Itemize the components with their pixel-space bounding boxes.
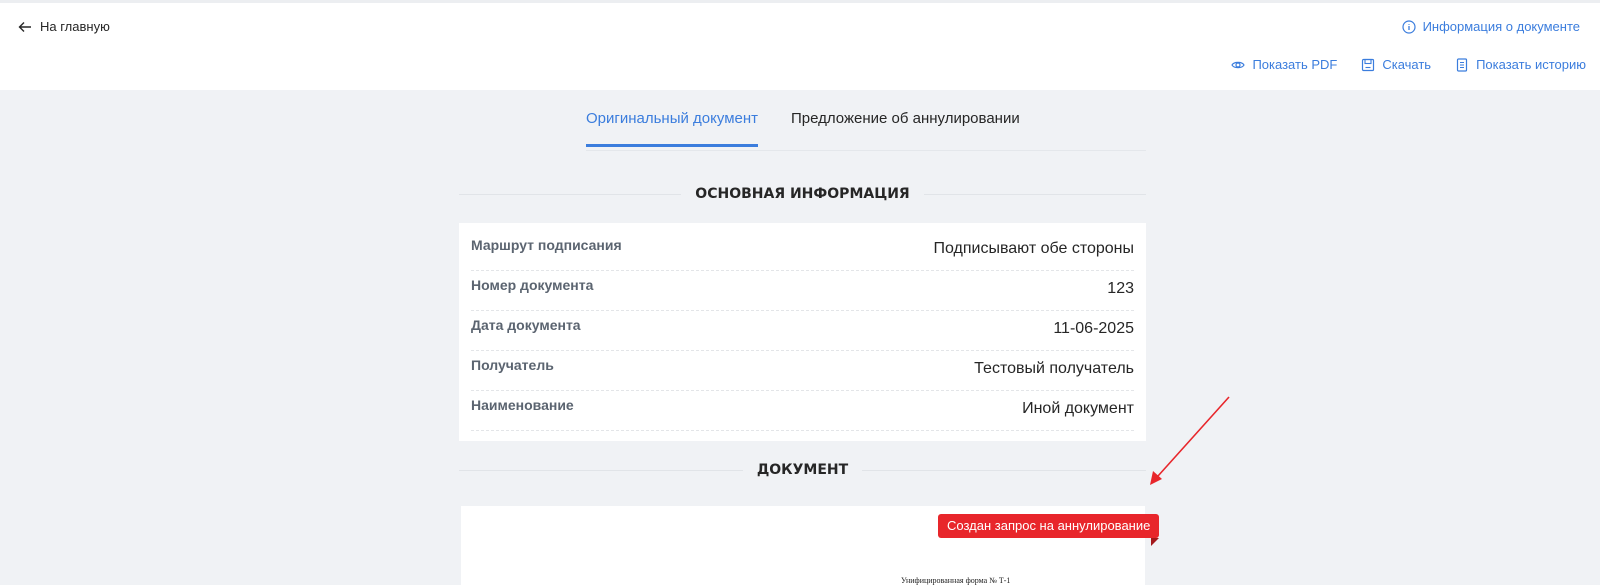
top-bar: На главную Информация о документе Показа… [0, 0, 1600, 90]
arrow-left-icon [18, 21, 31, 32]
info-value: Тестовый получатель [974, 360, 1134, 377]
info-value: 123 [1107, 280, 1134, 297]
main-info-card: Маршрут подписания Подписывают обе сторо… [459, 223, 1146, 441]
back-to-home-link[interactable]: На главную [18, 19, 110, 34]
download-button[interactable]: Скачать [1361, 57, 1431, 72]
show-pdf-label: Показать PDF [1252, 57, 1338, 72]
eye-icon [1231, 61, 1246, 68]
info-value: 11-06-2025 [1053, 320, 1134, 337]
save-icon [1362, 58, 1375, 71]
document-info-link[interactable]: Информация о документе [1401, 19, 1580, 34]
tab-cancellation-proposal[interactable]: Предложение об аннулировании [791, 110, 1020, 144]
show-pdf-button[interactable]: Показать PDF [1231, 57, 1337, 72]
info-row: Дата документа 11-06-2025 [471, 311, 1134, 351]
info-row: Получатель Тестовый получатель [471, 351, 1134, 391]
info-label: Номер документа [471, 277, 594, 293]
document-section-title: ДОКУМЕНТ [459, 460, 1146, 480]
info-link-label: Информация о документе [1422, 19, 1580, 34]
cancellation-status-badge: Создан запрос на аннулирование [938, 514, 1160, 546]
tabs-divider [586, 150, 1146, 151]
download-label: Скачать [1382, 57, 1432, 72]
info-circle-icon [1401, 19, 1416, 34]
main-info-heading: ОСНОВНАЯ ИНФОРМАЦИЯ [695, 186, 910, 202]
document-tabs: Оригинальный документ Предложение об анн… [0, 90, 1600, 150]
back-label: На главную [40, 19, 110, 34]
info-value: Подписывают обе стороны [933, 240, 1134, 257]
info-label: Получатель [471, 357, 554, 373]
show-history-label: Показать историю [1476, 57, 1586, 72]
info-label: Наименование [471, 397, 574, 413]
show-history-button[interactable]: Показать историю [1455, 57, 1586, 72]
tab-original-document[interactable]: Оригинальный документ [586, 110, 759, 147]
info-label: Дата документа [471, 317, 581, 333]
history-document-icon [1456, 57, 1468, 72]
info-row: Наименование Иной документ [471, 391, 1134, 431]
document-actions: Показать PDF Скачать Показать историю [1231, 57, 1586, 72]
document-form-text: Унифицированная форма № Т-1 [901, 576, 1011, 585]
main-info-section-title: ОСНОВНАЯ ИНФОРМАЦИЯ [459, 184, 1146, 204]
info-value: Иной документ [1022, 400, 1134, 417]
info-row: Номер документа 123 [471, 271, 1134, 311]
info-row: Маршрут подписания Подписывают обе сторо… [471, 231, 1134, 271]
document-heading: ДОКУМЕНТ [756, 462, 849, 478]
info-label: Маршрут подписания [471, 237, 622, 253]
